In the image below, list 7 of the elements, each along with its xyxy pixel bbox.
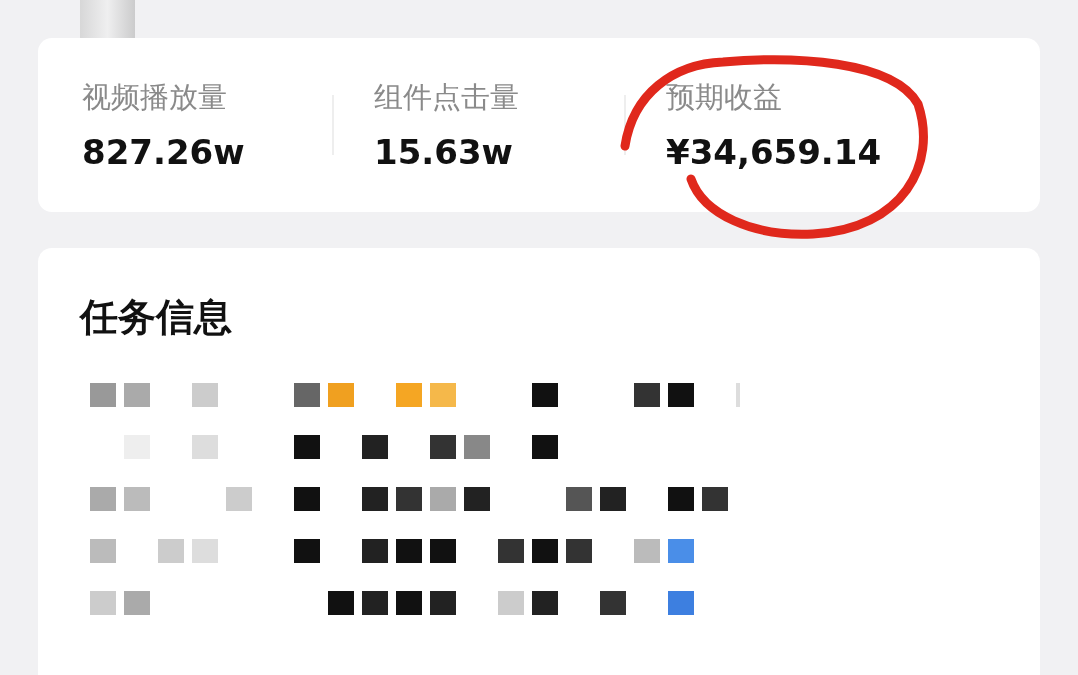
stat-value: 827.26w	[82, 132, 246, 172]
stat-value: 15.63w	[374, 132, 514, 172]
stat-label: 预期收益	[666, 79, 783, 116]
stat-label: 视频播放量	[82, 79, 228, 116]
card-title: 任务信息	[80, 294, 233, 341]
stat-label: 组件点击量	[374, 79, 520, 116]
stat-value: ¥34,659.14	[666, 132, 883, 172]
